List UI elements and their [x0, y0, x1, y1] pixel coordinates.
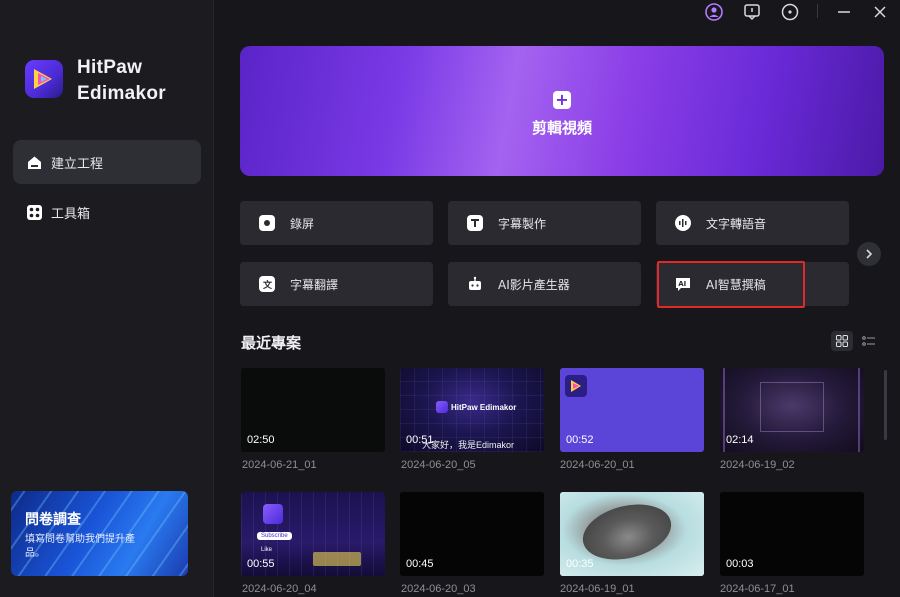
- sidebar-item-create-project[interactable]: 建立工程: [13, 140, 201, 184]
- chevron-right-icon[interactable]: [857, 242, 881, 266]
- minimize-icon[interactable]: [834, 2, 854, 22]
- project-duration: 00:35: [566, 558, 594, 570]
- tool-subtitle-maker[interactable]: 字幕製作: [448, 201, 641, 245]
- scrollbar[interactable]: [884, 370, 887, 440]
- project-thumbnail[interactable]: HitPaw Edimakor 大家好，我是Edimakor 00:51: [400, 368, 544, 452]
- topbar-divider: [817, 4, 818, 18]
- sidebar-item-label: 工具箱: [51, 206, 91, 222]
- project-name: 2024-06-20_01: [560, 459, 635, 471]
- project-name: 2024-06-19_02: [720, 459, 795, 471]
- tts-icon: [675, 215, 691, 231]
- sidebar-item-label: 建立工程: [51, 156, 104, 172]
- project-duration: 00:55: [247, 558, 275, 570]
- project-name: 2024-06-20_03: [401, 583, 476, 595]
- info-icon[interactable]: [780, 2, 800, 22]
- thumbnail-subscribe: Subscribe: [257, 532, 292, 540]
- user-icon[interactable]: [704, 2, 724, 22]
- project-name: 2024-06-19_01: [560, 583, 635, 595]
- tool-label: 字幕製作: [498, 216, 547, 231]
- survey-title: 問卷調查: [25, 512, 81, 528]
- project-name: 2024-06-20_05: [401, 459, 476, 471]
- tool-label: AI影片產生器: [498, 277, 570, 292]
- project-thumbnail[interactable]: 00:52: [560, 368, 704, 452]
- svg-text:文: 文: [262, 279, 273, 290]
- project-name: 2024-06-17_01: [720, 583, 795, 595]
- edimakor-logo-icon: [436, 401, 448, 413]
- record-icon: [259, 215, 275, 231]
- tool-ai-video-generator[interactable]: AI影片產生器: [448, 262, 641, 306]
- project-name: 2024-06-20_04: [242, 583, 317, 595]
- project-duration: 00:45: [406, 558, 434, 570]
- tool-label: 文字轉語音: [706, 216, 767, 231]
- project-thumbnail[interactable]: 00:35: [560, 492, 704, 576]
- thumbnail-title: HitPaw Edimakor: [451, 403, 517, 412]
- project-duration: 02:50: [247, 434, 275, 446]
- grid-view-icon[interactable]: [831, 331, 853, 351]
- project-thumbnail[interactable]: 02:50: [241, 368, 385, 452]
- project-duration: 00:51: [406, 434, 434, 446]
- tool-screen-record[interactable]: 錄屏: [240, 201, 433, 245]
- edit-video-label: 剪輯視頻: [531, 119, 592, 137]
- app-name-line2: Edimakor: [77, 83, 166, 104]
- edit-video-button[interactable]: + 剪輯視頻: [240, 46, 884, 176]
- thumbnail-caption: Like: [261, 547, 273, 553]
- ai-robot-icon: [467, 276, 483, 292]
- home-icon: [25, 153, 43, 171]
- close-icon[interactable]: [870, 2, 890, 22]
- edimakor-logo-icon: [565, 375, 587, 397]
- survey-banner[interactable]: 問卷調查 填寫問卷幫助我們提升產品。: [11, 491, 188, 576]
- survey-subtitle: 填寫問卷幫助我們提升產品。: [25, 534, 135, 559]
- feedback-icon[interactable]: [742, 2, 762, 22]
- text-icon: [467, 215, 483, 231]
- edimakor-logo-icon: [263, 504, 283, 524]
- tool-label: 錄屏: [290, 216, 315, 231]
- project-duration: 00:52: [566, 434, 594, 446]
- app-name-line1: HitPaw: [77, 57, 143, 78]
- plus-icon: +: [553, 91, 571, 109]
- tool-label: 字幕翻譯: [290, 277, 339, 292]
- sidebar-item-toolbox[interactable]: 工具箱: [13, 190, 201, 234]
- project-thumbnail[interactable]: 00:03: [720, 492, 864, 576]
- translate-icon: 文: [259, 276, 275, 292]
- project-duration: 00:03: [726, 558, 754, 570]
- project-thumbnail[interactable]: Subscribe Like 00:55: [241, 492, 385, 576]
- project-thumbnail[interactable]: 00:45: [400, 492, 544, 576]
- sidebar: HitPaw Edimakor 建立工程 工具箱 問卷調查 填寫問卷幫助我們提升…: [0, 0, 214, 597]
- tool-text-to-speech[interactable]: 文字轉語音: [656, 201, 849, 245]
- project-name: 2024-06-21_01: [242, 459, 317, 471]
- thumbnail-caption: 大家好，我是Edimakor: [422, 440, 515, 450]
- recent-projects-title: 最近專案: [241, 334, 302, 352]
- app-name: HitPaw Edimakor: [77, 55, 166, 107]
- list-view-icon[interactable]: [858, 331, 880, 351]
- project-thumbnail[interactable]: 02:14: [720, 368, 864, 452]
- toolbox-icon: [25, 203, 43, 221]
- highlight-box: [657, 261, 805, 308]
- tool-subtitle-translate[interactable]: 文 字幕翻譯: [240, 262, 433, 306]
- app-logo-icon: [25, 60, 63, 98]
- project-duration: 02:14: [726, 434, 754, 446]
